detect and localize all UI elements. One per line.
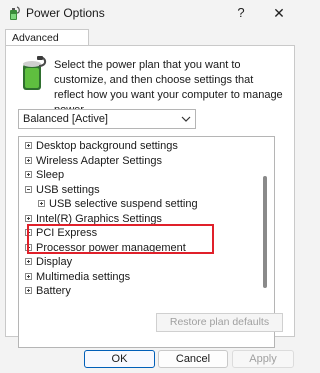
apply-button[interactable]: Apply (232, 350, 294, 368)
title-bar: Power Options ? ✕ (0, 0, 300, 26)
expand-icon[interactable] (25, 273, 32, 280)
cancel-button[interactable]: Cancel (158, 350, 228, 368)
tree-scrollbar[interactable] (263, 176, 267, 288)
expand-icon[interactable] (38, 200, 45, 207)
window-title: Power Options (26, 6, 105, 20)
restore-defaults-button[interactable]: Restore plan defaults (156, 313, 283, 332)
help-button[interactable]: ? (232, 3, 250, 23)
power-options-icon (10, 6, 20, 20)
highlight-annotation (27, 224, 214, 254)
expand-icon[interactable] (25, 287, 32, 294)
advanced-settings-panel: Select the power plan that you want to c… (5, 45, 295, 348)
expand-icon[interactable] (25, 258, 32, 265)
collapse-icon[interactable] (25, 186, 32, 193)
close-button[interactable]: ✕ (268, 3, 290, 23)
ok-button[interactable]: OK (84, 350, 155, 368)
power-plan-select[interactable]: Balanced [Active] (18, 109, 196, 129)
power-plan-value: Balanced [Active] (23, 113, 108, 125)
expand-icon[interactable] (25, 157, 32, 164)
tab-advanced-settings[interactable]: Advanced settings (5, 29, 89, 61)
expand-icon[interactable] (25, 215, 32, 222)
expand-icon[interactable] (25, 171, 32, 178)
chevron-down-icon (181, 116, 191, 122)
expand-icon[interactable] (25, 142, 32, 149)
battery-plug-icon (23, 56, 47, 90)
